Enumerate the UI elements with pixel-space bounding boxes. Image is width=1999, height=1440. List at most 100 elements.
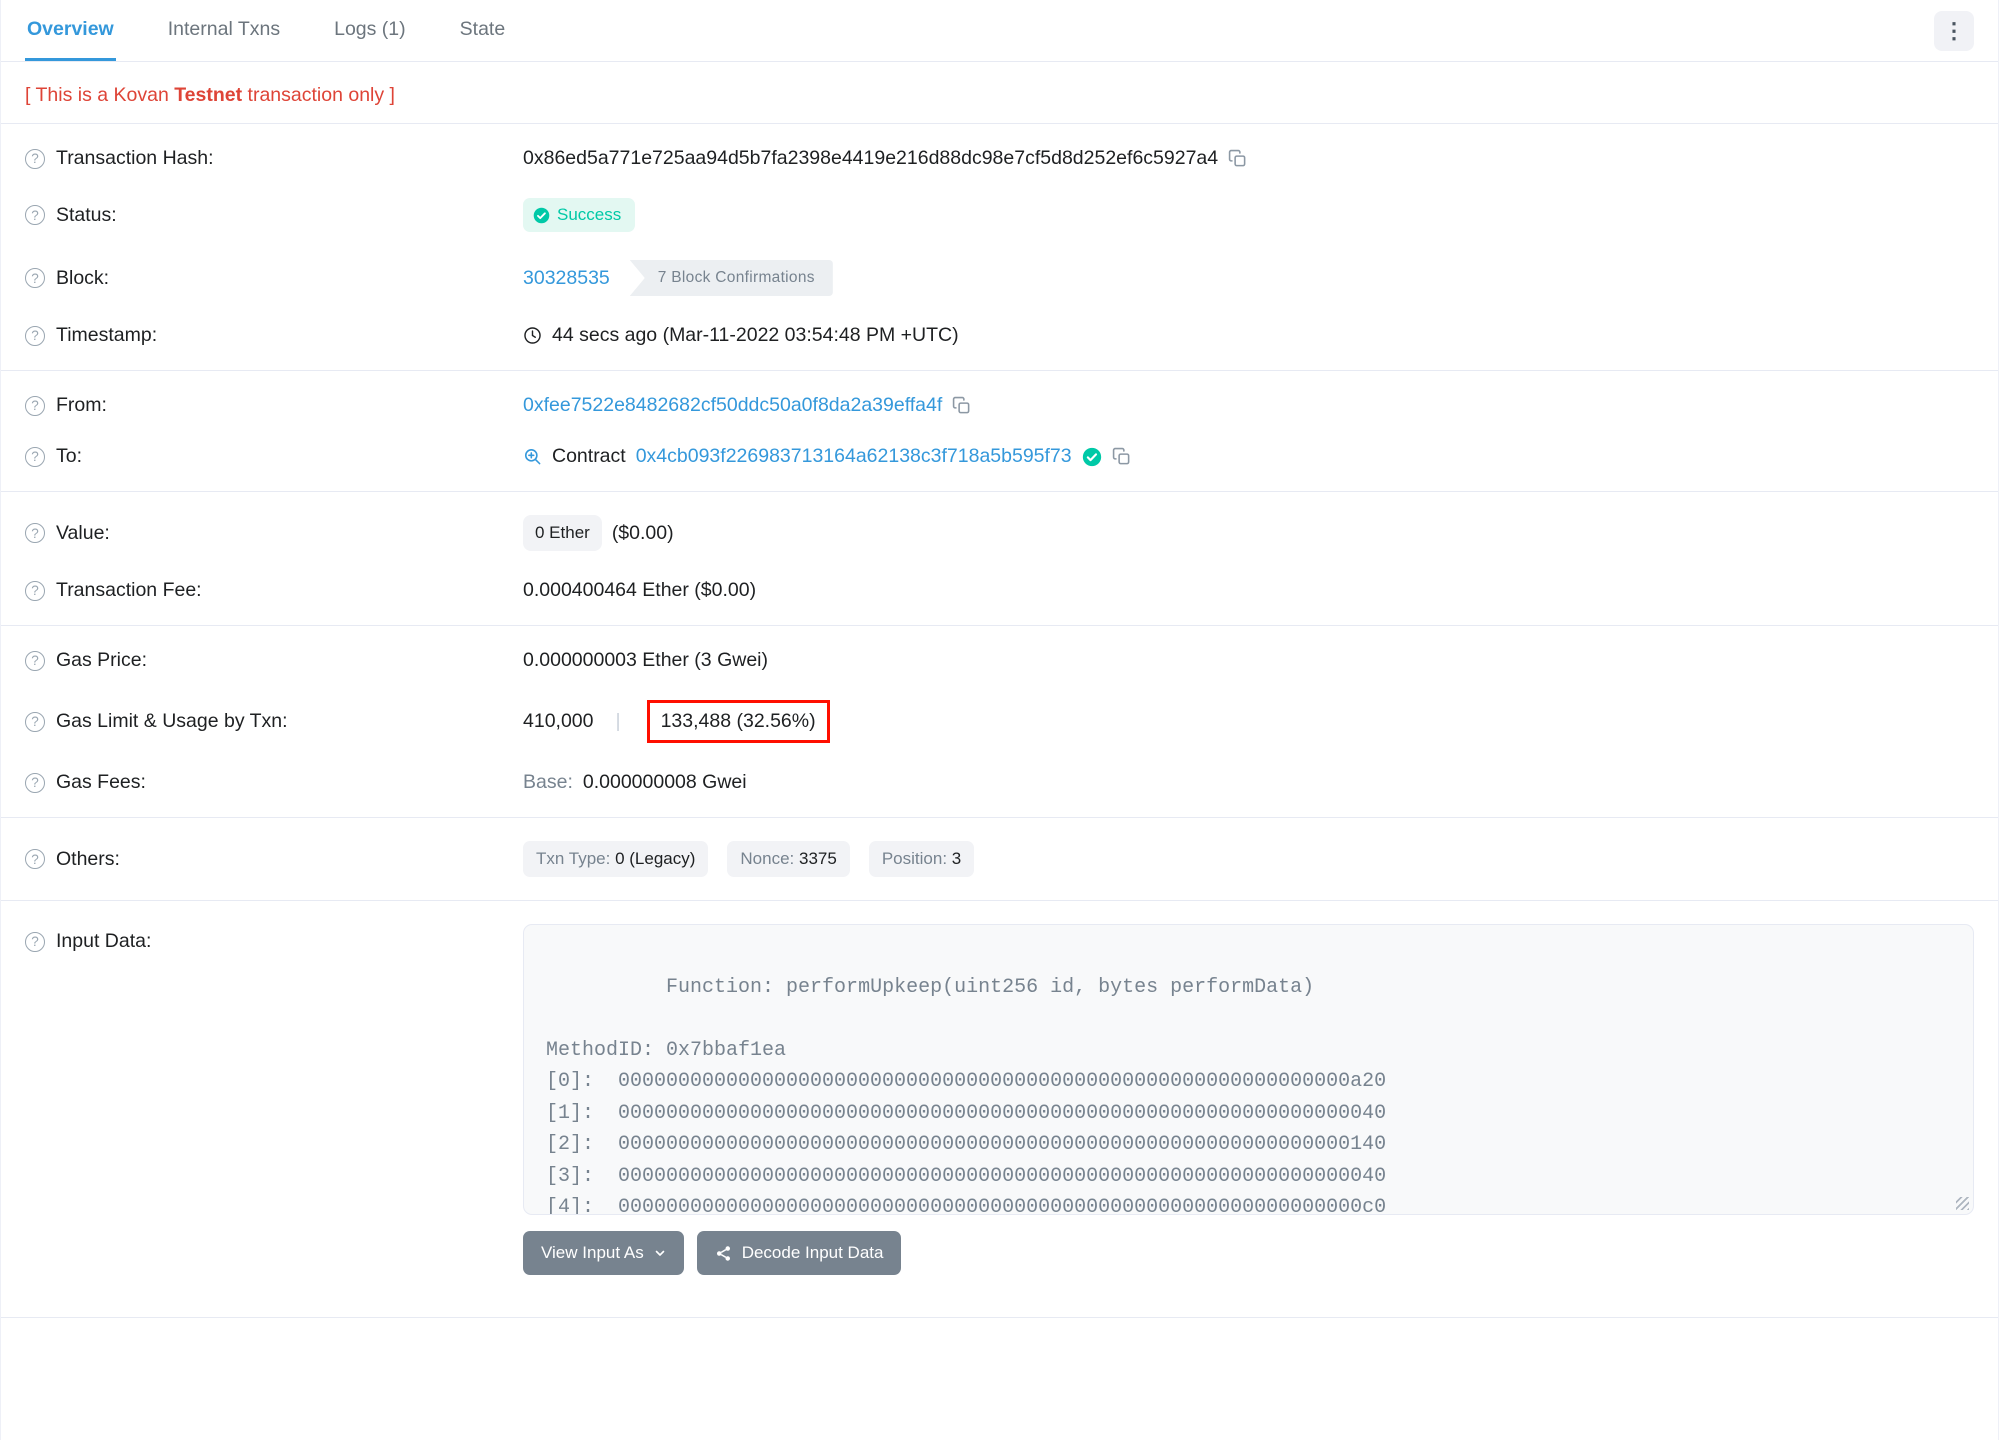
decode-input-data-button[interactable]: Decode Input Data [696, 1231, 902, 1275]
position-value: 3 [951, 849, 962, 868]
status-text: Success [557, 205, 622, 224]
warning-suffix: transaction only ] [242, 84, 395, 106]
view-input-as-label: View Input As [541, 1243, 644, 1262]
input-data-textarea[interactable]: Function: performUpkeep(uint256 id, byte… [523, 924, 1974, 1215]
gas-fees-base-label: Base: [523, 771, 573, 793]
block-label: Block: [56, 266, 110, 289]
separator: | [615, 710, 621, 732]
check-circle-icon [533, 207, 550, 223]
gas-limit-value: 410,000 [523, 710, 594, 732]
value-label: Value: [56, 521, 110, 544]
help-icon[interactable]: ? [25, 849, 45, 869]
row-others: ? Others: Txn Type: 0 (Legacy) Nonce: 33… [1, 827, 1998, 891]
group-summary: ? Transaction Hash: 0x86ed5a771e725aa94d… [1, 123, 1998, 370]
nonce-value: 3375 [799, 849, 837, 868]
transaction-overview-page: Overview Internal Txns Logs (1) State ⋮ … [0, 0, 1999, 1440]
input-data-actions: View Input As Decode Input Data [523, 1231, 1974, 1275]
value-badge: 0 Ether [523, 515, 602, 551]
gas-price-label: Gas Price: [56, 649, 148, 671]
tab-overview[interactable]: Overview [25, 0, 116, 61]
help-icon[interactable]: ? [25, 772, 45, 793]
gas-used-value: 133,488 (32.56%) [660, 710, 816, 732]
row-label: ? Transaction Hash: [25, 147, 523, 170]
bottom-divider [1, 1317, 1998, 1318]
gas-used-annotation-box: 133,488 (32.56%) [646, 700, 830, 743]
help-icon[interactable]: ? [25, 205, 45, 225]
copy-icon[interactable] [1112, 447, 1131, 466]
tab-bar: Overview Internal Txns Logs (1) State ⋮ [1, 0, 1998, 62]
row-gas-fees: ? Gas Fees: Base: 0.000000008 Gwei [1, 757, 1998, 808]
group-value: ? Value: 0 Ether ($0.00) ? Transaction F… [1, 491, 1998, 625]
copy-icon[interactable] [1228, 149, 1247, 168]
help-icon[interactable]: ? [25, 446, 45, 467]
to-label: To: [56, 445, 83, 467]
view-input-as-button[interactable]: View Input As [523, 1231, 684, 1275]
gas-fees-base-value: 0.000000008 Gwei [582, 771, 747, 793]
help-icon[interactable]: ? [25, 580, 45, 601]
txn-type-badge: Txn Type: 0 (Legacy) [523, 841, 709, 877]
help-icon[interactable]: ? [25, 148, 45, 169]
group-parties: ? From: 0xfee7522e8482682cf50ddc50a0f8da… [1, 370, 1998, 491]
from-address-link[interactable]: 0xfee7522e8482682cf50ddc50a0f8da2a39effa… [523, 394, 942, 417]
to-address-link[interactable]: 0x4cb093f226983713164a62138c3f718a5b595f… [636, 445, 1072, 468]
copy-icon[interactable] [952, 396, 971, 415]
transaction-hash-value: 0x86ed5a771e725aa94d5b7fa2398e4419e216d8… [523, 147, 1219, 169]
row-from: ? From: 0xfee7522e8482682cf50ddc50a0f8da… [1, 380, 1998, 431]
resize-handle[interactable] [1956, 1197, 1969, 1210]
position-key: Position: [881, 849, 948, 868]
group-gas: ? Gas Price: 0.000000003 Ether (3 Gwei) … [1, 625, 1998, 817]
decode-icon [716, 1245, 730, 1261]
transaction-fee-label: Transaction Fee: [56, 579, 202, 601]
chevron-down-icon [655, 1250, 665, 1256]
row-gas-price: ? Gas Price: 0.000000003 Ether (3 Gwei) [1, 635, 1998, 686]
warning-prefix: [ This is a Kovan [25, 84, 175, 106]
help-icon[interactable]: ? [25, 523, 45, 543]
txn-type-value: 0 (Legacy) [615, 849, 696, 868]
others-label: Others: [56, 847, 120, 870]
help-icon[interactable]: ? [25, 395, 45, 416]
row-to: ? To: Contract 0x4cb093f226983713164a621… [1, 431, 1998, 482]
from-label: From: [56, 394, 107, 416]
verified-contract-icon [1082, 447, 1101, 466]
block-number-link[interactable]: 30328535 [523, 267, 610, 290]
row-input-data: ? Input Data: Function: performUpkeep(ui… [1, 910, 1998, 1289]
row-transaction-fee: ? Transaction Fee: 0.000400464 Ether ($0… [1, 565, 1998, 616]
input-data-label: Input Data: [56, 930, 152, 952]
group-others: ? Others: Txn Type: 0 (Legacy) Nonce: 33… [1, 817, 1998, 900]
gas-price-value: 0.000000003 Ether (3 Gwei) [523, 649, 768, 671]
tab-state[interactable]: State [458, 0, 508, 61]
help-icon[interactable]: ? [25, 931, 45, 952]
transaction-fee-value: 0.000400464 Ether ($0.00) [523, 579, 757, 601]
help-icon[interactable]: ? [25, 325, 45, 346]
block-confirmations-badge: 7 Block Confirmations [629, 260, 833, 296]
row-value: ? Value: 0 Ether ($0.00) [1, 501, 1998, 565]
tab-internal-txns[interactable]: Internal Txns [166, 0, 282, 61]
testnet-warning: [ This is a Kovan Testnet transaction on… [1, 62, 1998, 123]
row-transaction-hash: ? Transaction Hash: 0x86ed5a771e725aa94d… [1, 133, 1998, 184]
to-contract-word: Contract [552, 445, 626, 467]
nonce-badge: Nonce: 3375 [727, 841, 850, 877]
zoom-in-icon[interactable] [523, 447, 542, 466]
help-icon[interactable]: ? [25, 268, 45, 288]
row-status: ? Status: Success [1, 184, 1998, 246]
clock-icon [524, 327, 541, 344]
transaction-hash-label: Transaction Hash: [56, 147, 214, 169]
tab-logs[interactable]: Logs (1) [332, 0, 408, 61]
row-block: ? Block: 30328535 7 Block Confirmations [1, 246, 1998, 310]
help-icon[interactable]: ? [25, 650, 45, 671]
value-usd: ($0.00) [611, 521, 674, 544]
txn-type-key: Txn Type: [536, 849, 611, 868]
gas-limit-label: Gas Limit & Usage by Txn: [56, 710, 288, 732]
timestamp-value: 44 secs ago (Mar-11-2022 03:54:48 PM +UT… [552, 324, 959, 346]
kebab-menu-icon[interactable]: ⋮ [1934, 10, 1974, 51]
group-input-data: ? Input Data: Function: performUpkeep(ui… [1, 900, 1998, 1327]
position-badge: Position: 3 [868, 841, 975, 877]
nonce-key: Nonce: [740, 849, 795, 868]
warning-bold: Testnet [174, 84, 243, 106]
status-badge: Success [523, 198, 636, 232]
help-icon[interactable]: ? [25, 711, 45, 732]
decode-input-data-label: Decode Input Data [741, 1243, 884, 1262]
row-timestamp: ? Timestamp: 44 secs ago (Mar-11-2022 03… [1, 310, 1998, 361]
status-label: Status: [56, 203, 117, 226]
input-data-content: Function: performUpkeep(uint256 id, byte… [546, 975, 1387, 1215]
